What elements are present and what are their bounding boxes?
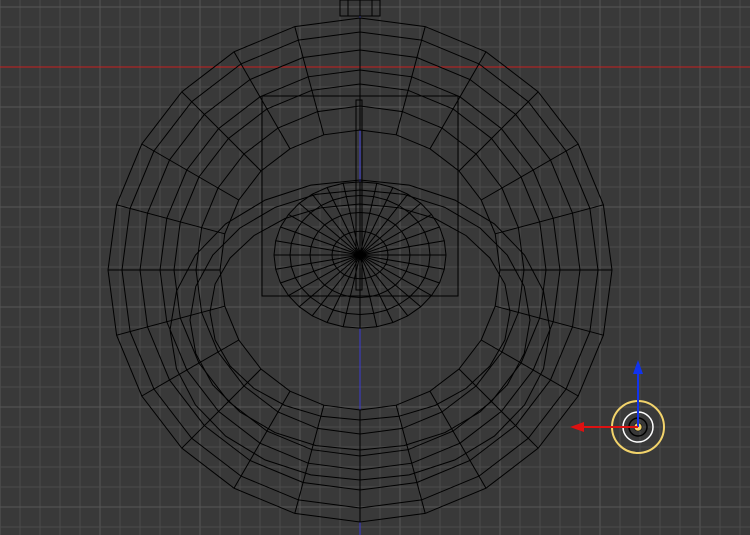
viewport-canvas[interactable] xyxy=(0,0,750,535)
3d-viewport[interactable] xyxy=(0,0,750,535)
